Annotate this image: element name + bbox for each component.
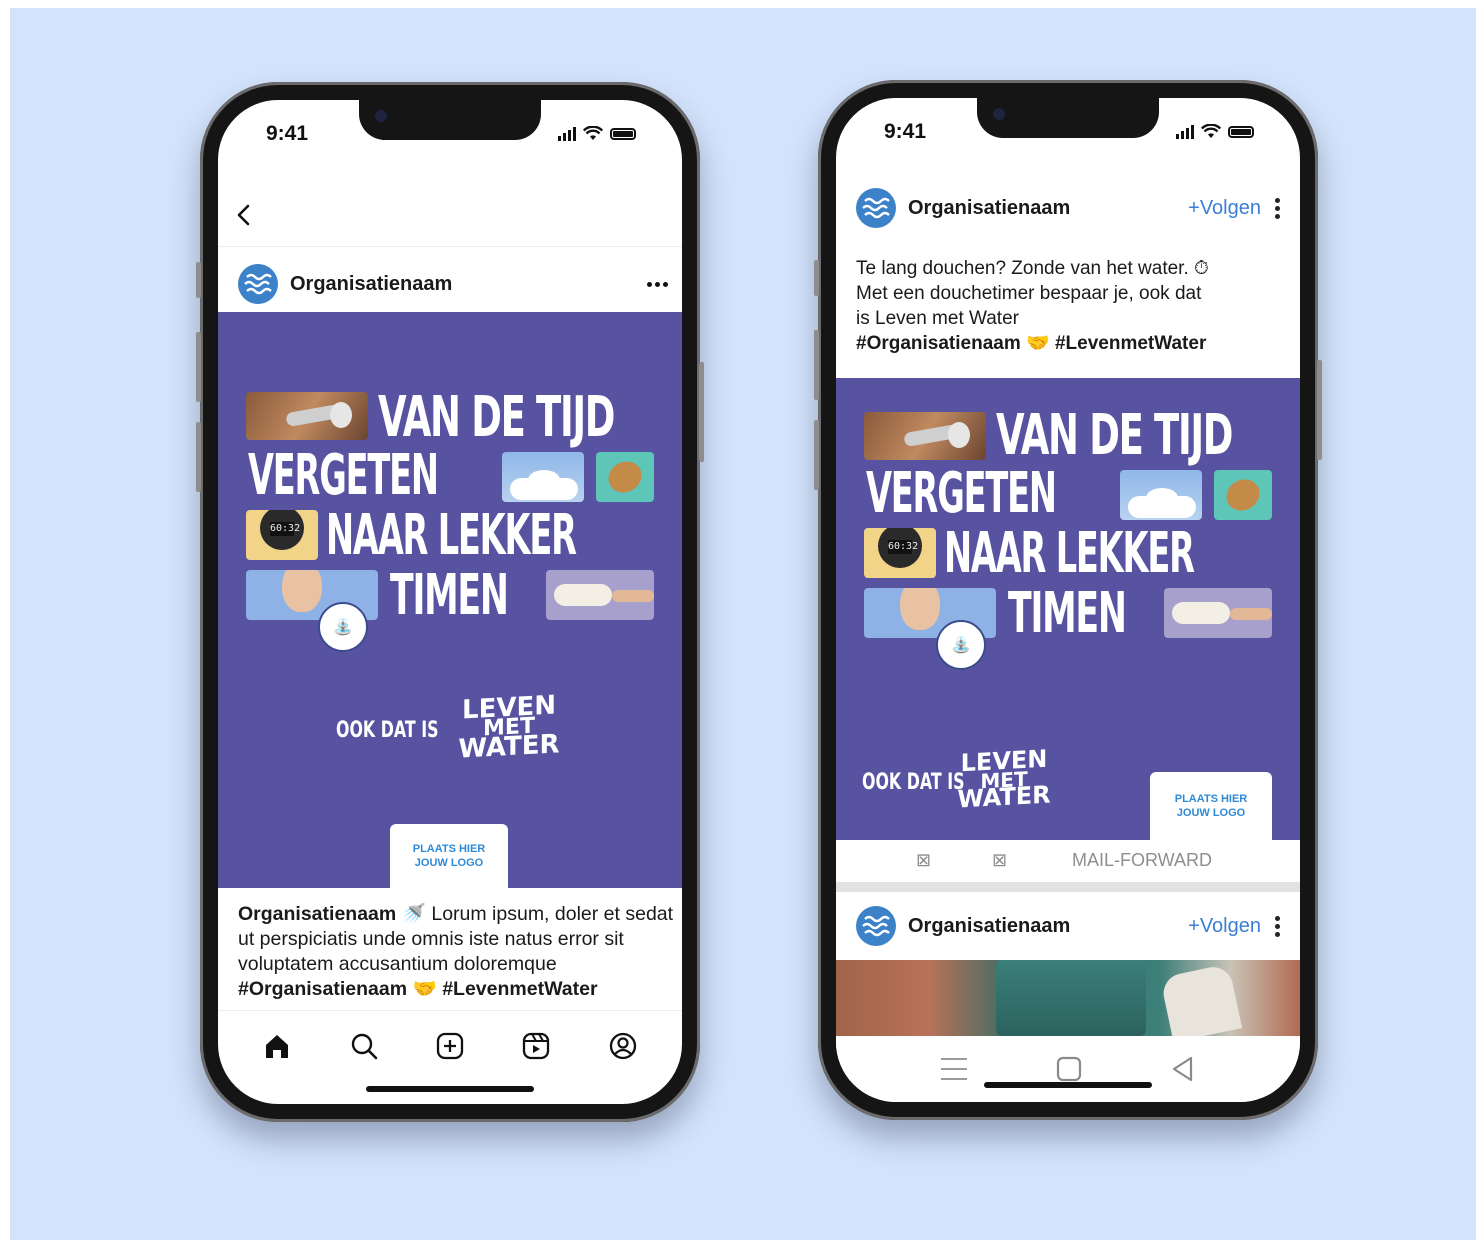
brand-word-3: WATER bbox=[458, 729, 560, 765]
back-triangle-icon[interactable] bbox=[1169, 1055, 1197, 1083]
status-time: 9:41 bbox=[884, 120, 927, 143]
headline-line-1: VAN DE TIJD bbox=[378, 385, 615, 450]
post-header: Organisatienaam +Volgen bbox=[856, 186, 1280, 230]
post-actions: ⊠ ⊠ MAIL-FORWARD bbox=[836, 840, 1300, 880]
logo-placeholder: PLAATS HIER JOUW LOGO bbox=[390, 824, 508, 888]
profile-icon[interactable] bbox=[608, 1031, 638, 1061]
logo-placeholder-line-2: JOUW LOGO bbox=[1176, 807, 1246, 819]
foam-photo bbox=[1120, 470, 1202, 520]
post-text-line-1: Te lang douchen? Zonde van het water. ⏱ bbox=[856, 258, 1209, 279]
logo-placeholder: PLAATS HIER JOUW LOGO bbox=[1150, 772, 1272, 840]
caption-emoji-2: 🤝 bbox=[412, 978, 437, 1000]
more-vertical-icon[interactable] bbox=[1275, 197, 1280, 219]
logo-placeholder-line-1: PLAATS HIER bbox=[1174, 793, 1248, 805]
right-screen: 9:41 Organisatienaam +Volgen Te lang dou… bbox=[836, 98, 1300, 1102]
waves-logo-icon bbox=[862, 197, 890, 219]
brand-wordmark: LEVEN MET WATER bbox=[954, 745, 1054, 814]
ook-dat-is: OOK DAT IS bbox=[862, 770, 965, 795]
headline-line-3: NAAR LEKKER bbox=[944, 521, 1195, 586]
brush-photo bbox=[596, 452, 654, 502]
org-avatar[interactable] bbox=[856, 188, 896, 228]
menu-icon[interactable] bbox=[939, 1056, 969, 1082]
signal-icon bbox=[1176, 124, 1194, 139]
post-image[interactable]: 60:32 VAN DE TIJD VERGETEN NAAR LEKKER T… bbox=[836, 378, 1300, 840]
post-text-line-3: is Leven met Water bbox=[856, 308, 1019, 329]
back-button[interactable] bbox=[230, 200, 260, 230]
headline-line-4: TIMEN bbox=[1008, 581, 1127, 646]
towel-photo bbox=[1164, 588, 1272, 638]
home-square-icon[interactable] bbox=[1055, 1055, 1083, 1083]
bottom-nav bbox=[218, 1026, 682, 1066]
brand-word-3: WATER bbox=[957, 780, 1051, 814]
shower-photo bbox=[864, 412, 986, 460]
shower-photo bbox=[246, 392, 368, 440]
post-image[interactable]: 60:32 VAN DE TIJD VERGETEN NAAR LEKKER T… bbox=[218, 312, 682, 888]
tap-badge-icon: ⛲ bbox=[318, 602, 368, 652]
org-name[interactable]: Organisatienaam bbox=[290, 273, 452, 296]
post-emoji: 🤝 bbox=[1026, 333, 1050, 354]
status-bar: 9:41 bbox=[218, 122, 682, 150]
second-post-image[interactable] bbox=[836, 960, 1300, 1043]
brand-wordmark: LEVEN MET WATER bbox=[454, 691, 564, 765]
caption-emoji: 🚿 bbox=[401, 903, 426, 925]
headline-line-2: VERGETEN bbox=[866, 461, 1057, 526]
logo-placeholder-line-2: JOUW LOGO bbox=[414, 857, 484, 869]
foam-photo bbox=[502, 452, 584, 502]
action-share-button[interactable]: MAIL-FORWARD bbox=[1072, 850, 1212, 871]
back-arrow-icon bbox=[237, 204, 250, 226]
right-phone: 9:41 Organisatienaam +Volgen Te lang dou… bbox=[814, 80, 1322, 1120]
timer-photo: 60:32 bbox=[246, 510, 318, 560]
caption-hashtag-1[interactable]: #Organisatienaam bbox=[238, 978, 407, 1000]
headline-line-1: VAN DE TIJD bbox=[996, 403, 1233, 468]
post-caption: Organisatienaam 🚿 Lorum ipsum, doler et … bbox=[238, 902, 676, 1002]
home-indicator bbox=[984, 1082, 1152, 1088]
tap-badge-icon: ⛲ bbox=[936, 620, 986, 670]
left-phone: 9:41 Organisatienaam 60:32 VAN DE TIJD V… bbox=[196, 82, 704, 1122]
org-name[interactable]: Organisatienaam bbox=[908, 197, 1070, 220]
follow-button[interactable]: +Volgen bbox=[1188, 197, 1261, 220]
post-text: Te lang douchen? Zonde van het water. ⏱ … bbox=[856, 256, 1284, 356]
reels-icon[interactable] bbox=[521, 1031, 551, 1061]
mockup-canvas: 9:41 Organisatienaam 60:32 VAN DE TIJD V… bbox=[10, 8, 1476, 1240]
org-avatar[interactable] bbox=[238, 264, 278, 304]
search-icon[interactable] bbox=[349, 1031, 379, 1061]
signal-icon bbox=[558, 126, 576, 141]
follow-button-2[interactable]: +Volgen bbox=[1188, 915, 1261, 938]
second-post-header: Organisatienaam +Volgen bbox=[856, 904, 1280, 948]
waves-logo-icon bbox=[244, 273, 272, 295]
headline-line-4: TIMEN bbox=[390, 563, 509, 628]
headline-line-3: NAAR LEKKER bbox=[326, 503, 577, 568]
battery-icon bbox=[610, 127, 636, 140]
android-nav-bar bbox=[836, 1036, 1300, 1102]
caption-username[interactable]: Organisatienaam bbox=[238, 903, 396, 925]
status-bar: 9:41 bbox=[836, 120, 1300, 148]
more-vertical-icon[interactable] bbox=[1275, 915, 1280, 937]
create-icon[interactable] bbox=[435, 1031, 465, 1061]
logo-placeholder-line-1: PLAATS HIER bbox=[412, 843, 486, 855]
battery-icon bbox=[1228, 125, 1254, 138]
post-header: Organisatienaam bbox=[238, 262, 668, 306]
home-indicator bbox=[366, 1086, 534, 1092]
towel-photo bbox=[546, 570, 654, 620]
caption-hashtag-2[interactable]: #LevenmetWater bbox=[442, 978, 597, 1000]
org-avatar-2[interactable] bbox=[856, 906, 896, 946]
status-time: 9:41 bbox=[266, 122, 309, 145]
waves-logo-icon bbox=[862, 915, 890, 937]
more-button[interactable] bbox=[647, 281, 668, 287]
action-comment-button[interactable]: ⊠ bbox=[992, 850, 1007, 871]
post-text-line-2: Met een douchetimer bespaar je, ook dat bbox=[856, 283, 1202, 304]
timer-photo: 60:32 bbox=[864, 528, 936, 578]
post-hashtag-1[interactable]: #Organisatienaam bbox=[856, 333, 1021, 354]
brush-photo bbox=[1214, 470, 1272, 520]
ook-dat-is: OOK DAT IS bbox=[336, 718, 439, 743]
home-icon[interactable] bbox=[262, 1031, 292, 1061]
action-like-button[interactable]: ⊠ bbox=[916, 850, 931, 871]
left-screen: 9:41 Organisatienaam 60:32 VAN DE TIJD V… bbox=[218, 100, 682, 1104]
post-hashtag-2[interactable]: #LevenmetWater bbox=[1055, 333, 1206, 354]
org-name-2[interactable]: Organisatienaam bbox=[908, 915, 1070, 938]
wifi-icon bbox=[1201, 124, 1221, 138]
wifi-icon bbox=[583, 126, 603, 140]
headline-line-2: VERGETEN bbox=[248, 443, 439, 508]
